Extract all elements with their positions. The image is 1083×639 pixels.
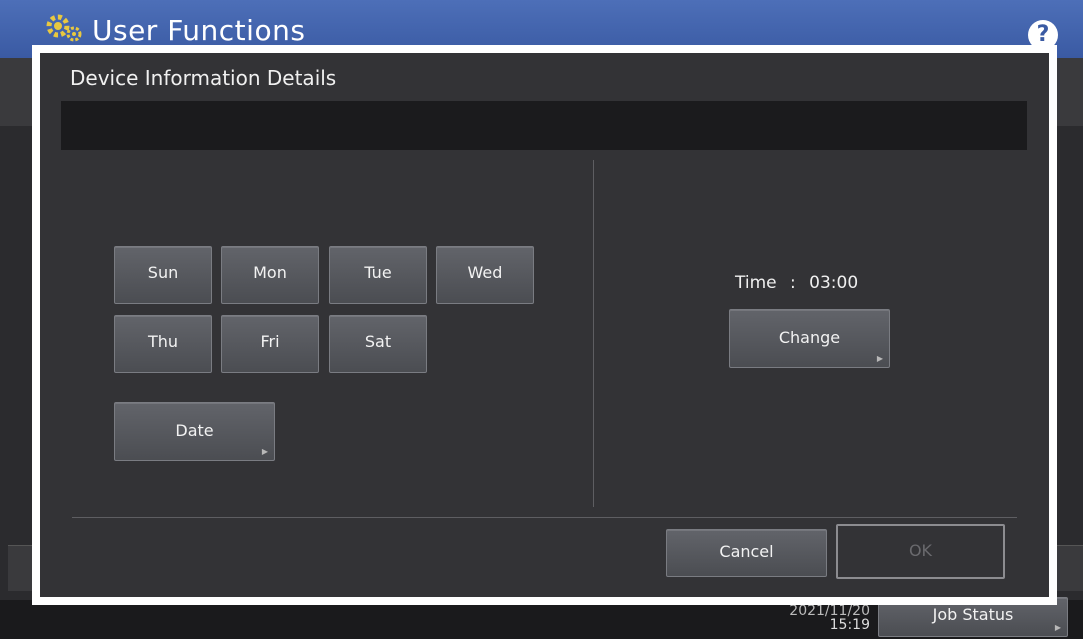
day-button-sun[interactable]: Sun — [114, 246, 212, 304]
date-button[interactable]: Date ▶ — [114, 402, 275, 461]
horizontal-divider — [72, 517, 1017, 518]
time-display: Time : 03:00 — [735, 273, 858, 293]
footer-clock: 2021/11/20 15:19 — [770, 604, 870, 632]
change-button[interactable]: Change ▶ — [729, 309, 890, 368]
app-title: User Functions — [92, 14, 306, 47]
dialog-title: Device Information Details — [70, 66, 337, 90]
arrow-right-icon: ▶ — [876, 354, 883, 363]
cancel-button[interactable]: Cancel — [666, 529, 827, 577]
day-button-sat[interactable]: Sat — [329, 315, 427, 373]
time-value: 03:00 — [809, 273, 859, 293]
footer-date: 2021/11/20 — [789, 603, 870, 619]
vertical-divider — [593, 160, 594, 507]
day-button-mon[interactable]: Mon — [221, 246, 319, 304]
day-button-fri[interactable]: Fri — [221, 315, 319, 373]
day-button-thu[interactable]: Thu — [114, 315, 212, 373]
dialog-message-band — [61, 101, 1027, 150]
date-button-label: Date — [175, 421, 214, 440]
ok-button[interactable]: OK — [836, 524, 1005, 579]
gear-icon — [46, 14, 82, 42]
day-button-wed[interactable]: Wed — [436, 246, 534, 304]
arrow-right-icon: ▶ — [261, 447, 268, 456]
time-label: Time — [735, 273, 777, 293]
footer-time: 15:19 — [829, 617, 870, 633]
arrow-right-icon: ▶ — [1054, 623, 1061, 632]
change-button-label: Change — [778, 328, 841, 347]
day-button-tue[interactable]: Tue — [329, 246, 427, 304]
job-status-label: Job Status — [932, 605, 1014, 624]
time-separator: : — [790, 273, 796, 293]
